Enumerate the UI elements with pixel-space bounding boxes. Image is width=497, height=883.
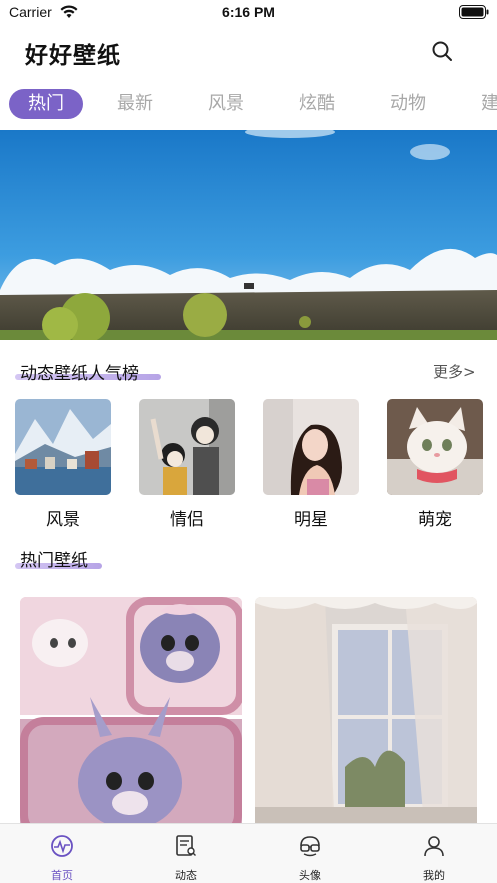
status-bar: Carrier 6:16 PM — [0, 0, 497, 26]
nav-home[interactable]: 首页 — [0, 824, 124, 883]
section-title-dynamic: 动态壁纸人气榜 — [20, 364, 139, 384]
category-label: 明星 — [294, 510, 328, 530]
category-tabs: 热门 最新 风景 炫酷 动物 建 — [0, 86, 497, 122]
document-search-icon — [176, 835, 196, 856]
wallpaper-card[interactable] — [255, 597, 477, 837]
tab-cool[interactable]: 炫酷 — [299, 89, 335, 119]
section-title-hot: 热门壁纸 — [20, 551, 88, 571]
nav-label: 我的 — [423, 869, 445, 882]
nav-profile[interactable]: 我的 — [372, 824, 496, 883]
tab-hot[interactable]: 热门 — [9, 89, 83, 119]
avatar-glasses-icon — [300, 836, 320, 857]
more-link[interactable]: 更多> — [433, 361, 476, 382]
user-icon — [424, 836, 444, 857]
category-pets[interactable]: 萌宠 — [387, 399, 483, 530]
clock: 6:16 PM — [222, 4, 275, 20]
category-label: 萌宠 — [418, 510, 452, 530]
nav-label: 头像 — [299, 869, 321, 882]
wallpaper-card[interactable] — [20, 597, 242, 837]
tab-scenery[interactable]: 风景 — [208, 89, 244, 119]
category-celebrity[interactable]: 明星 — [263, 399, 359, 530]
battery-icon — [459, 5, 489, 19]
category-scenery[interactable]: 风景 — [15, 399, 111, 530]
tab-latest[interactable]: 最新 — [117, 89, 153, 119]
category-thumb-couple — [139, 399, 235, 495]
category-thumb-celebrity — [263, 399, 359, 495]
category-couple[interactable]: 情侣 — [139, 399, 235, 530]
nav-dynamic[interactable]: 动态 — [124, 824, 248, 883]
nav-avatar[interactable]: 头像 — [248, 824, 372, 883]
nav-label: 首页 — [51, 869, 73, 882]
category-thumb-pets — [387, 399, 483, 495]
tab-architecture[interactable]: 建 — [481, 89, 497, 119]
category-label: 情侣 — [170, 510, 204, 530]
search-icon[interactable] — [430, 39, 454, 63]
app-title: 好好壁纸 — [25, 43, 121, 69]
category-thumb-scenery — [15, 399, 111, 495]
home-pulse-icon — [51, 835, 73, 857]
bottom-nav: 首页 动态 头像 我的 — [0, 823, 497, 883]
tab-animals[interactable]: 动物 — [390, 89, 426, 119]
category-label: 风景 — [46, 510, 80, 530]
banner-image[interactable] — [0, 130, 497, 340]
nav-label: 动态 — [175, 869, 197, 882]
